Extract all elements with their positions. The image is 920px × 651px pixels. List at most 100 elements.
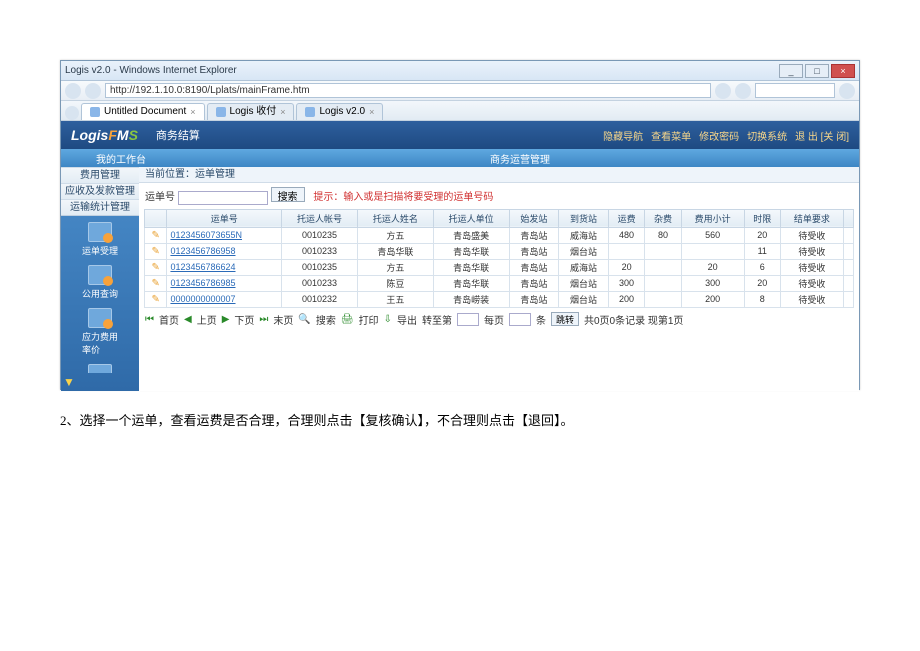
pager-print[interactable]: 打印 <box>359 312 379 327</box>
tab-2[interactable]: Logis v2.0× <box>296 103 383 120</box>
pencil-icon[interactable]: ✎ <box>152 278 160 289</box>
edit-cell[interactable]: ✎ <box>145 291 167 307</box>
acct-cell: 0010232 <box>282 291 358 307</box>
minimize-button[interactable]: _ <box>779 64 803 78</box>
from-cell: 青岛站 <box>509 259 559 275</box>
misc-cell <box>645 259 681 275</box>
link-view-menu[interactable]: 查看菜单 <box>651 128 691 143</box>
blank-cell <box>843 227 853 243</box>
tab-close-icon[interactable]: × <box>190 104 195 120</box>
id-cell[interactable]: 0000000000007 <box>167 291 282 307</box>
misc-cell <box>645 243 681 259</box>
sidebar-icon-query[interactable]: 公用查询 <box>82 265 118 300</box>
pencil-icon[interactable]: ✎ <box>152 262 160 273</box>
search-icon[interactable]: 🔍 <box>298 314 310 325</box>
fee-cell: 20 <box>608 259 644 275</box>
export-icon[interactable]: ⇩ <box>384 314 392 325</box>
goto-button[interactable]: 跳转 <box>551 312 579 326</box>
goto-page-input[interactable] <box>457 313 479 326</box>
first-page-icon[interactable]: ⏮ <box>145 314 154 325</box>
address-bar[interactable]: http://192.1.10.0:8190/Lplats/mainFrame.… <box>105 83 711 98</box>
close-button[interactable]: × <box>831 64 855 78</box>
pencil-icon[interactable]: ✎ <box>152 294 160 305</box>
lim-cell: 8 <box>744 291 780 307</box>
last-page-icon[interactable]: ⏭ <box>259 314 268 325</box>
table-row[interactable]: ✎01234567866240010235方五青岛华联青岛站威海站20206待受… <box>145 259 854 275</box>
waybill-input[interactable] <box>178 191 268 205</box>
first-page[interactable]: 首页 <box>159 312 179 327</box>
pager-export[interactable]: 导出 <box>397 312 417 327</box>
search-button[interactable]: 搜索 <box>271 187 305 202</box>
tab-close-icon[interactable]: × <box>369 104 374 120</box>
last-page[interactable]: 末页 <box>273 312 293 327</box>
from-cell: 青岛站 <box>509 275 559 291</box>
goto-unit: 每页 <box>484 312 504 327</box>
sidebar-item-stats[interactable]: 运输统计管理 <box>61 199 139 215</box>
lim-cell: 20 <box>744 227 780 243</box>
page-size-input[interactable] <box>509 313 531 326</box>
pencil-icon[interactable]: ✎ <box>152 230 160 241</box>
stop-icon[interactable] <box>735 83 751 99</box>
subheader-right[interactable]: 商务运营管理 <box>181 151 859 166</box>
favorites-icon[interactable] <box>65 106 79 120</box>
pager-search[interactable]: 搜索 <box>316 312 336 327</box>
link-change-pwd[interactable]: 修改密码 <box>699 128 739 143</box>
fee-cell: 200 <box>608 291 644 307</box>
sidebar-item-fee[interactable]: 费用管理 <box>61 167 139 183</box>
edit-cell[interactable]: ✎ <box>145 275 167 291</box>
req-cell: 待受收 <box>781 259 844 275</box>
table-row[interactable]: ✎01234567869850010233陈豆青岛华联青岛站烟台站3003002… <box>145 275 854 291</box>
edit-cell[interactable]: ✎ <box>145 243 167 259</box>
blank-cell <box>843 259 853 275</box>
prev-page[interactable]: 上页 <box>197 312 217 327</box>
search-box[interactable] <box>755 83 835 98</box>
logo: LogisFMS <box>71 127 138 143</box>
tab-close-icon[interactable]: × <box>280 104 285 120</box>
req-cell: 待受收 <box>781 227 844 243</box>
sidebar-icon-settle[interactable]: 结算单 <box>82 364 118 373</box>
id-cell[interactable]: 0123456786958 <box>167 243 282 259</box>
pencil-icon[interactable]: ✎ <box>152 246 160 257</box>
forward-icon[interactable] <box>85 83 101 99</box>
refresh-icon[interactable] <box>715 83 731 99</box>
print-icon[interactable]: 🖨 <box>341 314 354 325</box>
table-header-row: 运单号 托运人帐号 托运人姓名 托运人单位 始发站 到货站 运费 杂费 费用小计… <box>145 209 854 227</box>
document-caption: 2、选择一个运单，查看运费是否合理，合理则点击【复核确认】，不合理则点击【退回】… <box>60 410 574 429</box>
misc-cell <box>645 275 681 291</box>
blank-cell <box>843 275 853 291</box>
id-cell[interactable]: 0123456786985 <box>167 275 282 291</box>
tab-1[interactable]: Logis 收付× <box>207 103 295 120</box>
id-cell[interactable]: 0123456786624 <box>167 259 282 275</box>
goto-rec: 条 <box>536 312 546 327</box>
pager: ⏮首页 ◀上页 ▶下页 ⏭末页 🔍搜索 🖨打印 ⇩导出 转至第 每页 条 跳转 … <box>139 308 859 331</box>
table-row[interactable]: ✎01234567869580010233青岛华联青岛华联青岛站烟台站11待受收 <box>145 243 854 259</box>
sidebar-icon-rate[interactable]: 应力费用率价 <box>82 308 118 356</box>
unit-cell: 青岛华联 <box>433 243 509 259</box>
prev-page-icon[interactable]: ◀ <box>184 314 192 325</box>
sidebar-expand-icon[interactable]: ▼ <box>61 373 139 391</box>
edit-cell[interactable]: ✎ <box>145 259 167 275</box>
maximize-button[interactable]: □ <box>805 64 829 78</box>
link-hide-nav[interactable]: 隐藏导航 <box>603 128 643 143</box>
name-cell: 青岛华联 <box>357 243 433 259</box>
name-cell: 陈豆 <box>357 275 433 291</box>
search-icon[interactable] <box>839 83 855 99</box>
goto-label: 转至第 <box>422 312 452 327</box>
sidebar-icon-accept[interactable]: 运单受理 <box>82 222 118 257</box>
link-switch-sys[interactable]: 切换系统 <box>747 128 787 143</box>
edit-cell[interactable]: ✎ <box>145 227 167 243</box>
content: 当前位置：运单管理 运单号 搜索 提示：输入或是扫描将要受理的运单号码 运单号 … <box>139 167 859 391</box>
waybill-table: 运单号 托运人帐号 托运人姓名 托运人单位 始发站 到货站 运费 杂费 费用小计… <box>144 209 854 308</box>
link-exit[interactable]: 退 出 [关 闭] <box>795 128 849 143</box>
back-icon[interactable] <box>65 83 81 99</box>
id-cell[interactable]: 0123456073655N <box>167 227 282 243</box>
table-row[interactable]: ✎0123456073655N0010235方五青岛盛美青岛站威海站480805… <box>145 227 854 243</box>
table-row[interactable]: ✎00000000000070010232王五青岛崂装青岛站烟台站2002008… <box>145 291 854 307</box>
subheader-left[interactable]: 我的工作台 <box>61 151 181 166</box>
next-page[interactable]: 下页 <box>234 312 254 327</box>
next-page-icon[interactable]: ▶ <box>222 314 230 325</box>
sidebar-item-receivable[interactable]: 应收及发款管理 <box>61 183 139 199</box>
tab-label: Logis v2.0 <box>319 104 365 120</box>
tab-0[interactable]: Untitled Document× <box>81 103 205 120</box>
browser-window: Logis v2.0 - Windows Internet Explorer _… <box>60 60 860 390</box>
